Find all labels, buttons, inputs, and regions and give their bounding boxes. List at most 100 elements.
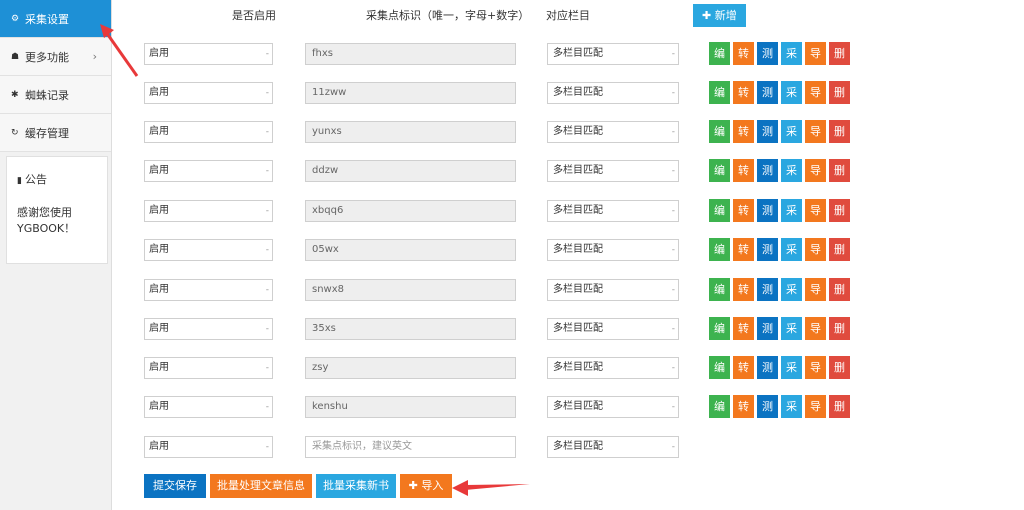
test-button[interactable]: 测试 xyxy=(757,238,778,279)
identifier-input[interactable]: kenshu xyxy=(305,396,516,418)
delete-button[interactable]: 删除 xyxy=(829,120,850,161)
identifier-input[interactable]: 采集点标识，建议英文 xyxy=(305,436,516,458)
sidebar-item-cache-management[interactable]: ↻ 缓存管理 xyxy=(0,114,111,152)
batch-collect-button[interactable]: 批量采集新书 xyxy=(316,474,396,498)
enabled-select[interactable]: 启用 - xyxy=(144,200,273,222)
transfer-button[interactable]: 转移 xyxy=(733,120,754,161)
delete-button[interactable]: 删除 xyxy=(829,356,850,397)
edit-button[interactable]: 编辑 xyxy=(709,278,730,319)
test-button[interactable]: 测试 xyxy=(757,356,778,397)
delete-button[interactable]: 删除 xyxy=(829,81,850,122)
enabled-select[interactable]: 启用 - xyxy=(144,239,273,261)
transfer-button[interactable]: 转移 xyxy=(733,317,754,358)
delete-button[interactable]: 删除 xyxy=(829,317,850,358)
enabled-select[interactable]: 启用 - xyxy=(144,82,273,104)
collect-button[interactable]: 采集 xyxy=(781,317,802,358)
sidebar-item-more-features[interactable]: ☗ 更多功能 › xyxy=(0,38,111,76)
edit-button[interactable]: 编辑 xyxy=(709,120,730,161)
enabled-select[interactable]: 启用 - xyxy=(144,43,273,65)
column-select[interactable]: 多栏目匹配 - xyxy=(547,357,679,379)
delete-button[interactable]: 删除 xyxy=(829,395,850,436)
enabled-select[interactable]: 启用 - xyxy=(144,436,273,458)
column-select[interactable]: 多栏目匹配 - xyxy=(547,396,679,418)
column-select[interactable]: 多栏目匹配 - xyxy=(547,239,679,261)
export-button[interactable]: 导出 xyxy=(805,120,826,161)
column-select[interactable]: 多栏目匹配 - xyxy=(547,436,679,458)
test-button[interactable]: 测试 xyxy=(757,278,778,319)
column-select[interactable]: 多栏目匹配 - xyxy=(547,160,679,182)
enabled-select[interactable]: 启用 - xyxy=(144,357,273,379)
column-select[interactable]: 多栏目匹配 - xyxy=(547,43,679,65)
identifier-input[interactable]: 35xs xyxy=(305,318,516,340)
column-select[interactable]: 多栏目匹配 - xyxy=(547,318,679,340)
identifier-input[interactable]: ddzw xyxy=(305,160,516,182)
edit-button[interactable]: 编辑 xyxy=(709,42,730,83)
export-button[interactable]: 导出 xyxy=(805,278,826,319)
collect-button[interactable]: 采集 xyxy=(781,120,802,161)
enabled-select[interactable]: 启用 - xyxy=(144,121,273,143)
export-button[interactable]: 导出 xyxy=(805,317,826,358)
collect-button[interactable]: 采集 xyxy=(781,278,802,319)
export-button[interactable]: 导出 xyxy=(805,159,826,200)
test-button[interactable]: 测试 xyxy=(757,42,778,83)
test-button[interactable]: 测试 xyxy=(757,317,778,358)
identifier-input[interactable]: xbqq6 xyxy=(305,200,516,222)
column-select[interactable]: 多栏目匹配 - xyxy=(547,200,679,222)
delete-button[interactable]: 删除 xyxy=(829,238,850,279)
identifier-input[interactable]: snwx8 xyxy=(305,279,516,301)
edit-button[interactable]: 编辑 xyxy=(709,395,730,436)
identifier-input[interactable]: zsy xyxy=(305,357,516,379)
edit-button[interactable]: 编辑 xyxy=(709,238,730,279)
identifier-input[interactable]: yunxs xyxy=(305,121,516,143)
sidebar-item-collect-settings[interactable]: ⚙ 采集设置 xyxy=(0,0,111,38)
export-button[interactable]: 导出 xyxy=(805,81,826,122)
collect-button[interactable]: 采集 xyxy=(781,395,802,436)
collect-button[interactable]: 采集 xyxy=(781,199,802,240)
column-select[interactable]: 多栏目匹配 - xyxy=(547,279,679,301)
test-button[interactable]: 测试 xyxy=(757,81,778,122)
transfer-button[interactable]: 转移 xyxy=(733,278,754,319)
transfer-button[interactable]: 转移 xyxy=(733,199,754,240)
enabled-select[interactable]: 启用 - xyxy=(144,279,273,301)
column-select[interactable]: 多栏目匹配 - xyxy=(547,82,679,104)
export-button[interactable]: 导出 xyxy=(805,356,826,397)
transfer-button[interactable]: 转移 xyxy=(733,159,754,200)
export-button[interactable]: 导出 xyxy=(805,42,826,83)
test-button[interactable]: 测试 xyxy=(757,395,778,436)
test-button[interactable]: 测试 xyxy=(757,120,778,161)
export-button[interactable]: 导出 xyxy=(805,395,826,436)
identifier-input[interactable]: 05wx xyxy=(305,239,516,261)
delete-button[interactable]: 删除 xyxy=(829,199,850,240)
test-button[interactable]: 测试 xyxy=(757,159,778,200)
transfer-button[interactable]: 转移 xyxy=(733,395,754,436)
edit-button[interactable]: 编辑 xyxy=(709,199,730,240)
enabled-select[interactable]: 启用 - xyxy=(144,396,273,418)
transfer-button[interactable]: 转移 xyxy=(733,356,754,397)
export-button[interactable]: 导出 xyxy=(805,238,826,279)
enabled-select[interactable]: 启用 - xyxy=(144,160,273,182)
import-button[interactable]: ✚ 导入 xyxy=(400,474,452,498)
edit-button[interactable]: 编辑 xyxy=(709,356,730,397)
collect-button[interactable]: 采集 xyxy=(781,159,802,200)
delete-button[interactable]: 删除 xyxy=(829,278,850,319)
identifier-input[interactable]: 11zww xyxy=(305,82,516,104)
transfer-button[interactable]: 转移 xyxy=(733,238,754,279)
test-button[interactable]: 测试 xyxy=(757,199,778,240)
transfer-button[interactable]: 转移 xyxy=(733,81,754,122)
edit-button[interactable]: 编辑 xyxy=(709,317,730,358)
edit-button[interactable]: 编辑 xyxy=(709,81,730,122)
delete-button[interactable]: 删除 xyxy=(829,159,850,200)
export-button[interactable]: 导出 xyxy=(805,199,826,240)
collect-button[interactable]: 采集 xyxy=(781,356,802,397)
sidebar-item-spider-log[interactable]: ✱ 蜘蛛记录 xyxy=(0,76,111,114)
edit-button[interactable]: 编辑 xyxy=(709,159,730,200)
delete-button[interactable]: 删除 xyxy=(829,42,850,83)
column-select[interactable]: 多栏目匹配 - xyxy=(547,121,679,143)
collect-button[interactable]: 采集 xyxy=(781,42,802,83)
batch-process-button[interactable]: 批量处理文章信息 xyxy=(210,474,312,498)
collect-button[interactable]: 采集 xyxy=(781,238,802,279)
collect-button[interactable]: 采集 xyxy=(781,81,802,122)
submit-save-button[interactable]: 提交保存 xyxy=(144,474,206,498)
identifier-input[interactable]: fhxs xyxy=(305,43,516,65)
transfer-button[interactable]: 转移 xyxy=(733,42,754,83)
